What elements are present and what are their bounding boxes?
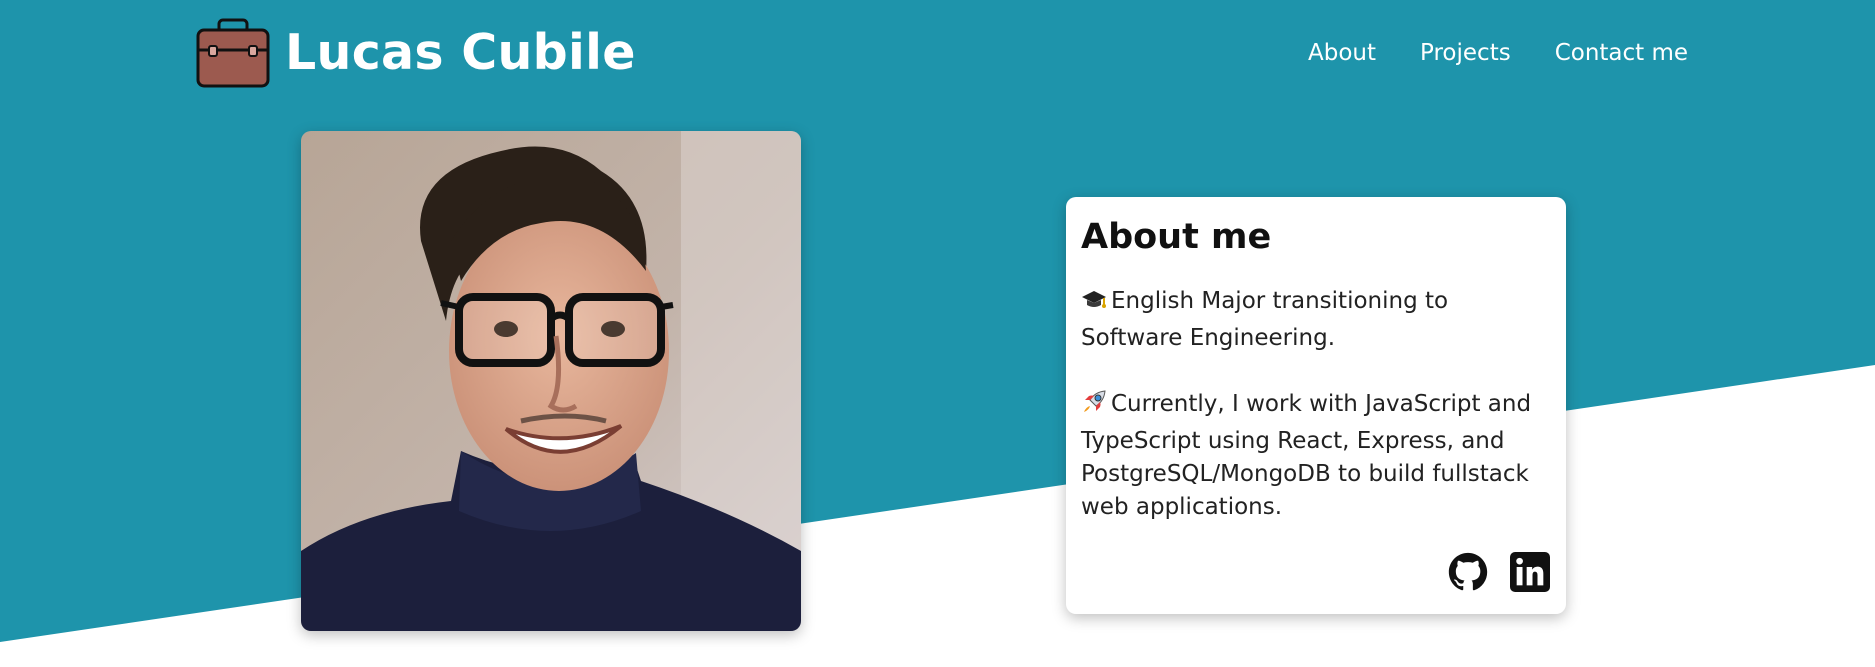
social-links [1448,552,1550,592]
nav-about[interactable]: About [1308,36,1376,70]
main-nav: About Projects Contact me [1308,36,1688,70]
profile-photo-image [301,131,801,631]
about-card: About me English Major transitioning to … [1066,197,1566,614]
linkedin-icon[interactable] [1510,552,1550,592]
github-icon[interactable] [1448,552,1488,592]
brand-name: Lucas Cubile [285,24,636,81]
rocket-icon [1081,389,1107,425]
profile-photo [301,131,801,631]
about-paragraph-education: English Major transitioning to Software … [1081,285,1551,355]
graduation-cap-icon [1081,288,1107,322]
about-title: About me [1081,217,1272,257]
briefcase-icon [196,18,270,88]
site-header: Lucas Cubile About Projects Contact me [0,0,1875,110]
about-paragraph-current-work: Currently, I work with JavaScript and Ty… [1081,388,1551,524]
nav-projects[interactable]: Projects [1420,36,1511,70]
brand[interactable]: Lucas Cubile [195,16,636,90]
nav-contact-me[interactable]: Contact me [1555,36,1688,70]
about-paragraph-current-work-text: Currently, I work with JavaScript and Ty… [1081,391,1532,520]
about-paragraph-education-text: English Major transitioning to Software … [1081,288,1449,351]
